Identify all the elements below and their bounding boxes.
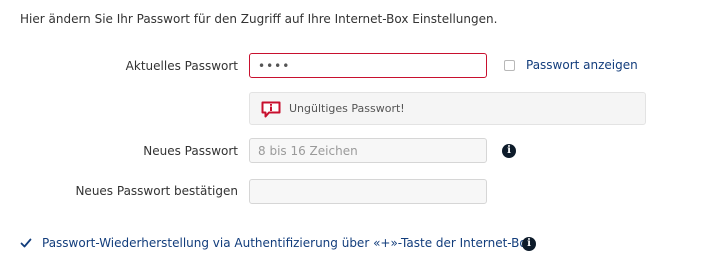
intro-text: Hier ändern Sie Ihr Passwort für den Zug… xyxy=(20,12,498,26)
new-password-field[interactable] xyxy=(249,138,487,163)
show-password-checkbox[interactable] xyxy=(504,60,515,71)
current-password-label: Aktuelles Passwort xyxy=(125,59,238,73)
speech-bubble-info-icon xyxy=(261,101,281,118)
current-password-field[interactable] xyxy=(249,53,487,78)
show-password-label[interactable]: Passwort anzeigen xyxy=(526,58,638,72)
error-message: Ungültiges Passwort! xyxy=(289,102,405,115)
recovery-checkbox-checkmark-icon[interactable] xyxy=(20,237,32,249)
info-icon[interactable]: i xyxy=(522,237,536,251)
confirm-password-field[interactable] xyxy=(249,179,487,204)
info-icon[interactable]: i xyxy=(502,144,516,158)
confirm-password-label: Neues Passwort bestätigen xyxy=(75,184,238,198)
new-password-label: Neues Passwort xyxy=(143,144,238,158)
error-message-panel: Ungültiges Passwort! xyxy=(249,92,646,125)
recovery-option-label[interactable]: Passwort-Wiederherstellung via Authentif… xyxy=(42,236,534,250)
